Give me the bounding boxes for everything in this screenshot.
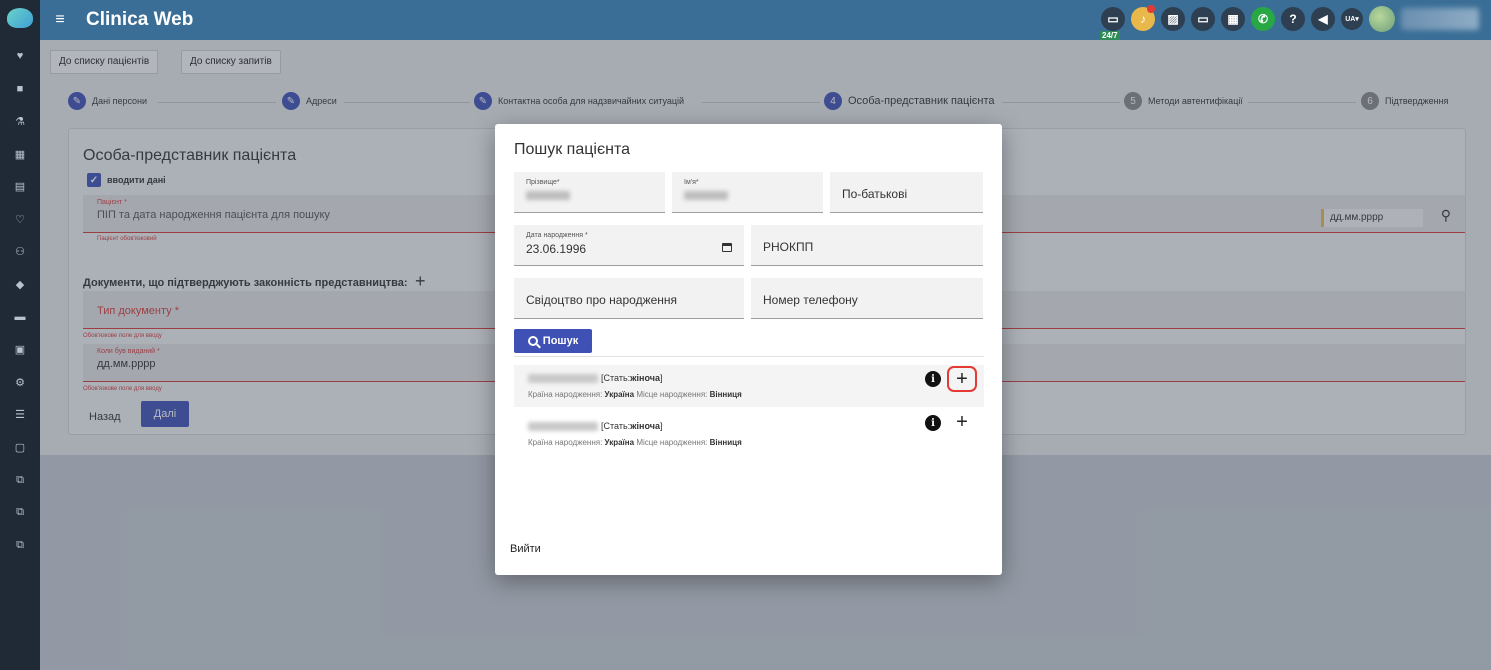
place-label: Місце народження: (634, 390, 710, 399)
surname-label: Прізвище* (526, 179, 560, 186)
flask-icon[interactable]: ⚗ (0, 105, 40, 138)
name-field[interactable]: Ім'я* (672, 172, 823, 213)
dob-label: Дата народження * (526, 232, 588, 239)
sidebar: ♥ ■ ⚗ ▦ ▤ ♡ ⚇ ◆ ▬ ▣ ⚙ ☰ ▢ ⧉ ⧉ ⧉ (0, 0, 40, 670)
result-name-blurred (528, 373, 598, 383)
name-value-blurred (684, 189, 728, 203)
phone-field[interactable]: Номер телефону (751, 278, 983, 319)
result-item[interactable]: [Стать: жіноча ] Країна народження: Укра… (514, 411, 984, 455)
calendar-icon[interactable]: ▦ (0, 138, 40, 171)
top-bar: ≡ Clinica Web ▭ 24/7 ♪ ▨ ▭ ▦ ✆ ? ◀ UA▾ (40, 0, 1491, 40)
help-icon[interactable]: ? (1281, 7, 1305, 31)
app-logo[interactable] (0, 0, 40, 36)
patronymic-placeholder: По-батькові (842, 187, 908, 201)
calculator-icon[interactable]: ▦ (1221, 7, 1245, 31)
rnokpp-field[interactable]: РНОКПП (751, 225, 983, 266)
birth-cert-placeholder: Свідоцтво про народження (526, 293, 678, 307)
menu-icon[interactable]: ≡ (44, 11, 76, 29)
app-title: Clinica Web (86, 9, 194, 30)
sex-value: жіноча (630, 373, 660, 383)
place-value: Вінниця (709, 438, 742, 447)
notifications-icon[interactable]: ♪ (1131, 5, 1155, 31)
result-line-1: [Стать: жіноча ] (528, 421, 662, 431)
birth-cert-field[interactable]: Свідоцтво про народження (514, 278, 744, 319)
surname-value-blurred (526, 189, 570, 203)
list-icon[interactable]: ☰ (0, 399, 40, 432)
country-value: Україна (604, 438, 635, 447)
add-patient-button[interactable]: + (947, 409, 977, 435)
card-icon[interactable]: ▭ (1191, 7, 1215, 31)
dob-value: 23.06.1996 (526, 242, 587, 256)
logo-icon (7, 8, 33, 28)
tag-icon[interactable]: ◆ (0, 268, 40, 301)
heartbeat-icon[interactable]: ♡ (0, 203, 40, 236)
phone-placeholder: Номер телефону (763, 293, 858, 307)
rnokpp-placeholder: РНОКПП (763, 240, 814, 254)
settings-icon[interactable]: ⚙ (0, 366, 40, 399)
modal-title: Пошук пацієнта (514, 141, 631, 158)
add-patient-button[interactable]: + (947, 366, 977, 392)
surname-field[interactable]: Прізвище* (514, 172, 665, 213)
copy-icon-3[interactable]: ⧉ (0, 529, 40, 562)
search-button[interactable]: Пошук (514, 329, 592, 353)
result-line-2: Країна народження: Україна Місце народже… (528, 438, 742, 447)
patient-search-modal: Пошук пацієнта Прізвище* Ім'я* По-батько… (495, 124, 1002, 575)
chat-icon[interactable]: ▭ 24/7 (1100, 7, 1125, 40)
language-selector[interactable]: UA▾ (1341, 8, 1363, 30)
sex-suffix: ] (659, 373, 663, 383)
exit-button[interactable]: Вийти (510, 543, 541, 555)
medkit-icon[interactable]: ■ (0, 73, 40, 106)
result-line-2: Країна народження: Україна Місце народже… (528, 390, 742, 399)
patronymic-field[interactable]: По-батькові (830, 172, 983, 213)
copy-icon-2[interactable]: ⧉ (0, 496, 40, 529)
notification-dot (1147, 5, 1155, 13)
search-button-label: Пошук (542, 335, 579, 347)
note-icon[interactable]: ▢ (0, 431, 40, 464)
info-icon[interactable]: i (925, 371, 941, 387)
user-avatar[interactable] (1369, 6, 1395, 32)
sex-value: жіноча (630, 421, 660, 431)
country-label: Країна народження: (528, 390, 605, 399)
country-value: Україна (604, 390, 635, 399)
badge-247: 24/7 (1100, 31, 1120, 40)
name-label: Ім'я* (684, 179, 699, 186)
info-icon[interactable]: i (925, 415, 941, 431)
place-value: Вінниця (709, 390, 742, 399)
calendar-icon[interactable] (722, 243, 732, 252)
place-label: Місце народження: (634, 438, 710, 447)
user-name-blurred[interactable] (1401, 8, 1479, 30)
result-item[interactable]: [Стать: жіноча ] Країна народження: Укра… (514, 365, 984, 407)
megaphone-icon[interactable]: ◀ (1311, 7, 1335, 31)
folder-icon[interactable]: ▬ (0, 301, 40, 334)
country-label: Країна народження: (528, 438, 605, 447)
money-icon[interactable]: ▣ (0, 333, 40, 366)
result-line-1: [Стать: жіноча ] (528, 373, 662, 383)
result-name-blurred (528, 421, 598, 431)
phone-icon[interactable]: ✆ (1251, 7, 1275, 31)
search-icon (527, 336, 538, 346)
sex-suffix: ] (659, 421, 663, 431)
document-icon[interactable]: ▤ (0, 170, 40, 203)
sex-prefix: [Стать: (601, 421, 631, 431)
heart-icon[interactable]: ♥ (0, 40, 40, 73)
pdf-icon[interactable]: ▨ (1161, 7, 1185, 31)
copy-icon-1[interactable]: ⧉ (0, 464, 40, 497)
users-icon[interactable]: ⚇ (0, 236, 40, 269)
divider (514, 356, 984, 357)
sex-prefix: [Стать: (601, 373, 631, 383)
dob-field[interactable]: Дата народження * 23.06.1996 (514, 225, 744, 266)
